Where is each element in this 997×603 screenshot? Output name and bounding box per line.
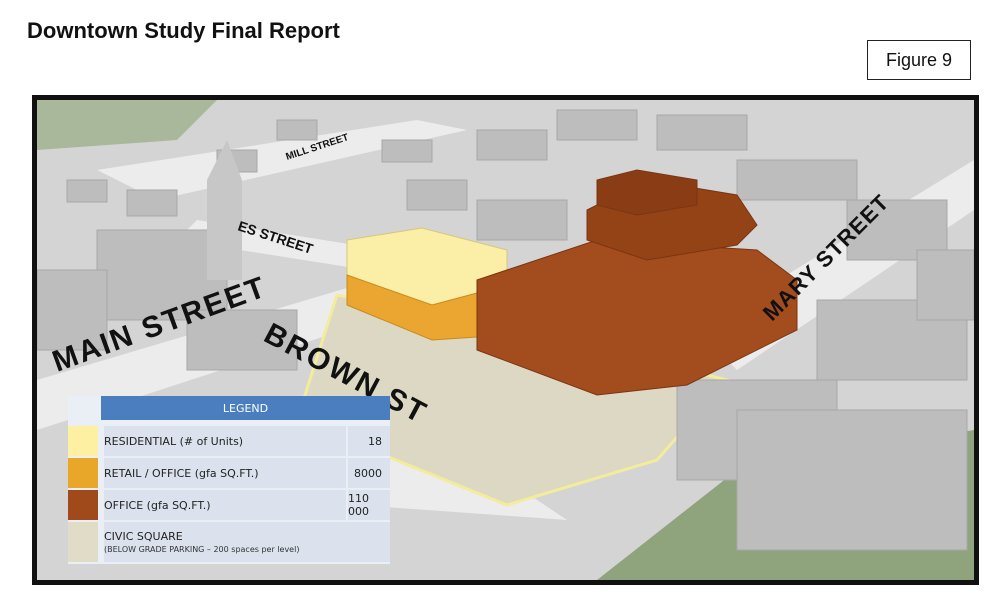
legend-row-value: 110 000 xyxy=(348,490,390,520)
legend-row-residential: RESIDENTIAL (# of Units) 18 xyxy=(68,426,390,456)
office-swatch xyxy=(68,490,98,520)
legend-title: LEGEND xyxy=(101,396,390,420)
legend-row-civic-square: CIVIC SQUARE (BELOW GRADE PARKING – 200 … xyxy=(68,522,390,562)
figure-label: Figure 9 xyxy=(867,40,971,80)
legend-row-label: OFFICE (gfa SQ.FT.) xyxy=(104,490,346,520)
legend-row-office: OFFICE (gfa SQ.FT.) 110 000 xyxy=(68,490,390,520)
legend-row-label: CIVIC SQUARE (BELOW GRADE PARKING – 200 … xyxy=(104,522,390,562)
legend-row-retail: RETAIL / OFFICE (gfa SQ.FT.) 8000 xyxy=(68,458,390,488)
civic-square-label: CIVIC SQUARE xyxy=(104,530,183,543)
legend-row-label: RETAIL / OFFICE (gfa SQ.FT.) xyxy=(104,458,346,488)
legend-row-value: 18 xyxy=(348,426,390,456)
legend-row-label: RESIDENTIAL (# of Units) xyxy=(104,426,346,456)
retail-swatch xyxy=(68,458,98,488)
report-title: Downtown Study Final Report xyxy=(27,18,340,43)
civic-square-sublabel: (BELOW GRADE PARKING – 200 spaces per le… xyxy=(104,545,300,554)
legend-row-value: 8000 xyxy=(348,458,390,488)
residential-swatch xyxy=(68,426,98,456)
civic-square-swatch xyxy=(68,522,98,562)
legend: LEGEND RESIDENTIAL (# of Units) 18 RETAI… xyxy=(68,396,390,564)
